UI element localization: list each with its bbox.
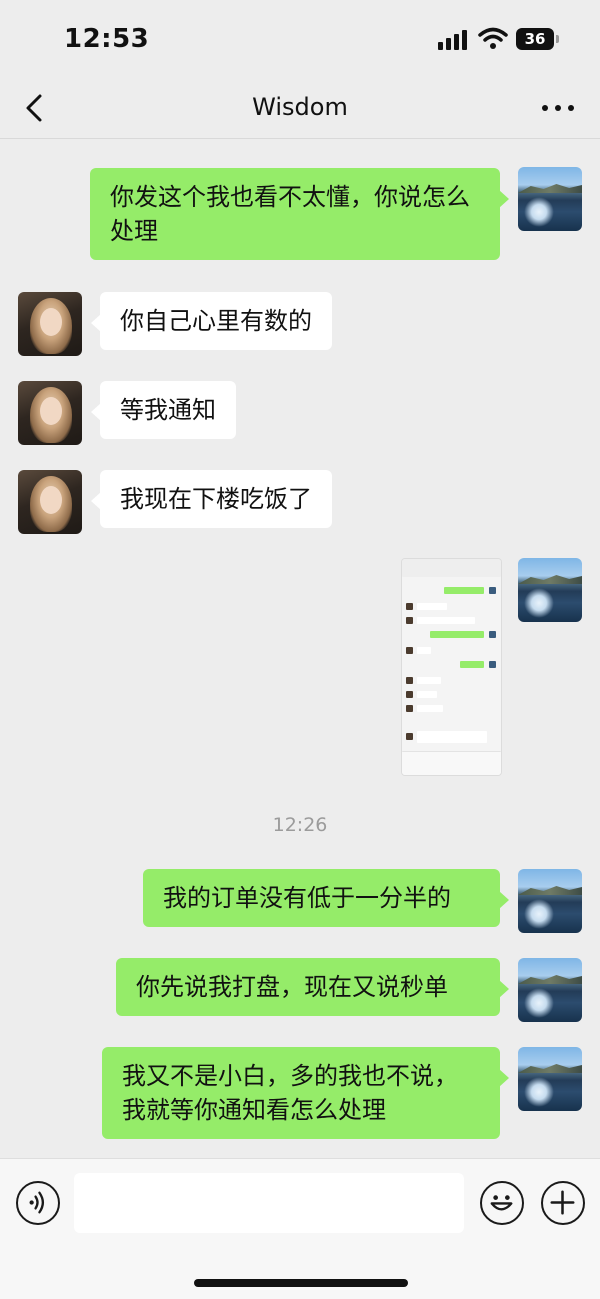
message-list[interactable]: 你发这个我也看不太懂，你说怎么处理 你自己心里有数的 等我通知 我现在下楼吃饭了… <box>0 140 600 1158</box>
battery-icon: 36 <box>516 28 554 50</box>
user-avatar[interactable] <box>518 1047 582 1111</box>
sent-message[interactable]: 我的订单没有低于一分半的 <box>143 869 509 927</box>
user-avatar[interactable] <box>518 558 582 622</box>
status-bar: 12:53 36 <box>0 0 600 80</box>
sent-message[interactable]: 我又不是小白，多的我也不说，我就等你通知看怎么处理 <box>102 1047 509 1139</box>
received-message[interactable]: 等我通知 <box>91 381 236 439</box>
received-message[interactable]: 你自己心里有数的 <box>91 292 332 350</box>
voice-icon[interactable] <box>16 1181 60 1225</box>
emoji-icon[interactable] <box>480 1181 524 1225</box>
nav-bar: Wisdom <box>0 80 600 139</box>
received-message[interactable]: 我现在下楼吃饭了 <box>91 470 332 528</box>
user-avatar[interactable] <box>518 167 582 231</box>
user-avatar[interactable] <box>518 869 582 933</box>
message-input[interactable] <box>74 1173 464 1233</box>
contact-avatar[interactable] <box>18 292 82 356</box>
more-dots-icon[interactable] <box>536 90 580 124</box>
time-divider: 12:26 <box>272 814 328 836</box>
signal-icon <box>438 30 470 50</box>
wifi-icon <box>478 27 508 49</box>
contact-avatar[interactable] <box>18 470 82 534</box>
sent-message[interactable]: 你先说我打盘，现在又说秒单 <box>116 958 509 1016</box>
image-message-thumbnail[interactable] <box>401 558 502 776</box>
user-avatar[interactable] <box>518 958 582 1022</box>
input-bar <box>0 1158 600 1299</box>
battery-tip <box>556 35 559 43</box>
chat-title: Wisdom <box>252 93 348 121</box>
plus-icon[interactable] <box>541 1181 585 1225</box>
contact-avatar[interactable] <box>18 381 82 445</box>
status-time: 12:53 <box>64 24 150 54</box>
sent-message[interactable]: 你发这个我也看不太懂，你说怎么处理 <box>90 168 509 260</box>
home-indicator <box>194 1279 408 1287</box>
